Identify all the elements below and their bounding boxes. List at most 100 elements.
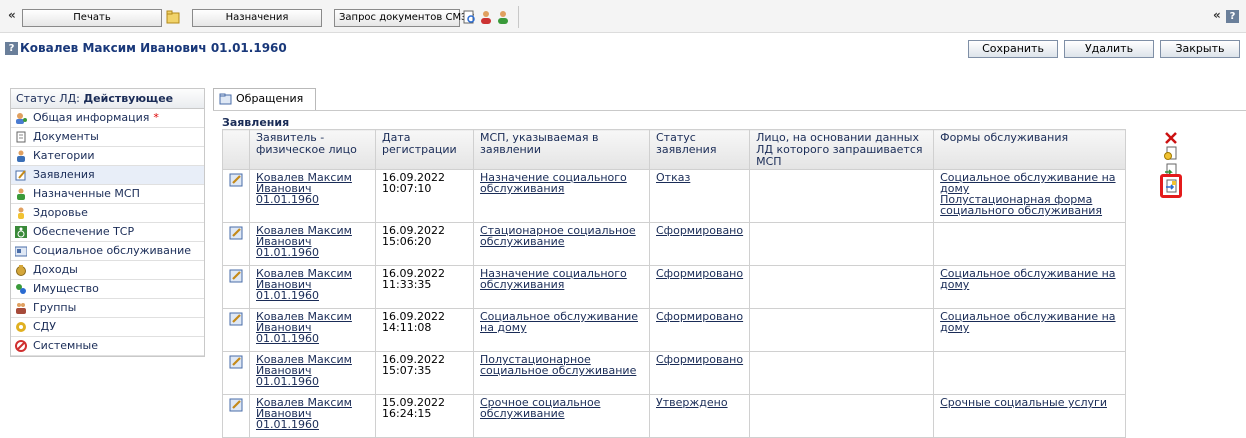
- status-cell: Сформировано: [648, 222, 751, 266]
- group-icon: [16, 303, 26, 314]
- date-cell: 16.09.2022 14:11:08: [375, 308, 474, 352]
- help-icon[interactable]: ?: [5, 42, 18, 55]
- sidebar-item[interactable]: Документы: [11, 128, 204, 147]
- sidebar-item[interactable]: Системные: [11, 337, 204, 356]
- applicant-cell: Ковалев Максим Иванович 01.01.1960: [249, 222, 376, 266]
- sidebar-item[interactable]: Обеспечение ТСР: [11, 223, 204, 242]
- status-link[interactable]: Сформировано: [656, 267, 743, 280]
- folder-icon[interactable]: [166, 10, 180, 24]
- edit-row-icon[interactable]: [229, 398, 243, 412]
- sidebar-item-label: Системные: [33, 339, 98, 352]
- sidebar-item[interactable]: Доходы: [11, 261, 204, 280]
- add-document-icon[interactable]: [1164, 146, 1178, 160]
- main-toolbar: « Печать Назначения Запрос документов СМ…: [0, 0, 1246, 33]
- forms-link[interactable]: Полустационарная форма социального обслу…: [940, 193, 1102, 217]
- row-edit-cell: [222, 169, 250, 223]
- forms-cell: [933, 222, 1127, 266]
- column-header-msp[interactable]: МСП, указываемая в заявлении: [473, 129, 650, 170]
- forms-link[interactable]: Срочные социальные услуги: [940, 396, 1107, 409]
- status-cell: Утверждено: [648, 394, 751, 438]
- edit-row-icon[interactable]: [229, 355, 243, 369]
- column-header-person[interactable]: Лицо, на основании данных ЛД которого за…: [749, 129, 935, 170]
- smev-request-button[interactable]: Запрос документов СМЭВ: [334, 9, 475, 27]
- date-cell: 15.09.2022 16:24:15: [375, 394, 474, 438]
- sidebar-item[interactable]: Здоровье: [11, 204, 204, 223]
- applicant-link[interactable]: Ковалев Максим Иванович 01.01.1960: [256, 353, 352, 388]
- status-cell: Сформировано: [648, 265, 751, 309]
- column-header-status[interactable]: Статус заявления: [648, 129, 751, 170]
- table-row[interactable]: Ковалев Максим Иванович 01.01.1960 16.09.…: [222, 308, 1127, 352]
- forms-link[interactable]: Социальное обслуживание на дому: [940, 171, 1115, 195]
- applicant-link[interactable]: Ковалев Максим Иванович 01.01.1960: [256, 267, 352, 302]
- edit-row-icon[interactable]: [229, 173, 243, 187]
- sidebar-item-label: Доходы: [33, 263, 78, 276]
- person-cell: [749, 265, 935, 309]
- person-cell: [749, 308, 935, 352]
- collapse-left-icon[interactable]: «: [8, 8, 16, 22]
- status-link[interactable]: Сформировано: [656, 224, 743, 237]
- document-transfer-icon[interactable]: [1164, 179, 1178, 193]
- sidebar-item[interactable]: Заявления: [11, 166, 204, 185]
- wheelchair-icon: [15, 226, 27, 238]
- sidebar-item[interactable]: Категории: [11, 147, 204, 166]
- property-icon: [16, 284, 26, 294]
- assignments-button[interactable]: Назначения: [192, 9, 322, 27]
- table-row[interactable]: Ковалев Максим Иванович 01.01.1960 16.09.…: [222, 222, 1127, 266]
- msp-link[interactable]: Стационарное социальное обслуживание: [480, 224, 636, 248]
- applicant-link[interactable]: Ковалев Максим Иванович 01.01.1960: [256, 224, 352, 259]
- status-link[interactable]: Отказ: [656, 171, 690, 184]
- table-row[interactable]: Ковалев Максим Иванович 01.01.1960 15.09.…: [222, 394, 1127, 438]
- status-link[interactable]: Сформировано: [656, 310, 743, 323]
- status-value: Действующее: [83, 92, 174, 105]
- sidebar-item[interactable]: Группы: [11, 299, 204, 318]
- save-button[interactable]: Сохранить: [968, 40, 1058, 58]
- collapse-right-icon[interactable]: «: [1213, 8, 1221, 22]
- status-link[interactable]: Утверждено: [656, 396, 728, 409]
- sidebar-item[interactable]: СДУ: [11, 318, 204, 337]
- applicant-link[interactable]: Ковалев Максим Иванович 01.01.1960: [256, 310, 352, 345]
- applicant-link[interactable]: Ковалев Максим Иванович 01.01.1960: [256, 396, 352, 431]
- user-icon[interactable]: [479, 10, 493, 24]
- document-search-icon[interactable]: [462, 10, 476, 24]
- edit-row-icon[interactable]: [229, 226, 243, 240]
- column-header-date[interactable]: Дата регистрации: [375, 129, 474, 170]
- help-icon[interactable]: ?: [1226, 10, 1239, 23]
- record-status: Статус ЛД: Действующее: [11, 89, 204, 109]
- delete-icon[interactable]: [1164, 131, 1178, 145]
- msp-cell: Назначение социального обслуживания: [473, 169, 650, 223]
- delete-button[interactable]: Удалить: [1064, 40, 1154, 58]
- msp-link[interactable]: Социальное обслуживание на дому: [480, 310, 638, 334]
- sidebar-item[interactable]: Имущество: [11, 280, 204, 299]
- msp-link[interactable]: Срочное социальное обслуживание: [480, 396, 600, 420]
- table-row[interactable]: Ковалев Максим Иванович 01.01.1960 16.09.…: [222, 265, 1127, 309]
- print-button[interactable]: Печать: [22, 9, 162, 27]
- person-cell: [749, 394, 935, 438]
- edit-row-icon[interactable]: [229, 312, 243, 326]
- forms-link[interactable]: Социальное обслуживание на дому: [940, 267, 1115, 291]
- sidebar-item[interactable]: Назначенные МСП: [11, 185, 204, 204]
- msp-link[interactable]: Назначение социального обслуживания: [480, 267, 627, 291]
- status-label: Статус ЛД:: [16, 92, 84, 105]
- tab-appeals[interactable]: Обращения: [213, 88, 316, 110]
- table-row[interactable]: Ковалев Максим Иванович 01.01.1960 16.09.…: [222, 169, 1127, 223]
- applicant-link[interactable]: Ковалев Максим Иванович 01.01.1960: [256, 171, 352, 206]
- status-link[interactable]: Сформировано: [656, 353, 743, 366]
- applicant-cell: Ковалев Максим Иванович 01.01.1960: [249, 351, 376, 395]
- sidebar-item[interactable]: Общая информация *: [11, 109, 204, 128]
- sidebar-item-label: Обеспечение ТСР: [33, 225, 135, 238]
- sidebar-item-label: Группы: [33, 301, 77, 314]
- edit-row-icon[interactable]: [229, 269, 243, 283]
- sidebar-item[interactable]: Социальное обслуживание: [11, 242, 204, 261]
- person-cell: [749, 169, 935, 223]
- msp-link[interactable]: Назначение социального обслуживания: [480, 171, 627, 195]
- table-row[interactable]: Ковалев Максим Иванович 01.01.1960 16.09.…: [222, 351, 1127, 395]
- msp-link[interactable]: Полустационарное социальное обслуживание: [480, 353, 636, 377]
- user-add-icon[interactable]: [496, 10, 510, 24]
- row-edit-cell: [222, 394, 250, 438]
- page-title: Ковалев Максим Иванович 01.01.1960: [20, 41, 287, 55]
- column-header-applicant[interactable]: Заявитель - физическое лицо: [249, 129, 376, 170]
- column-header-forms[interactable]: Формы обслуживания: [933, 129, 1127, 170]
- row-edit-cell: [222, 351, 250, 395]
- forms-link[interactable]: Социальное обслуживание на дому: [940, 310, 1115, 334]
- close-button[interactable]: Закрыть: [1160, 40, 1240, 58]
